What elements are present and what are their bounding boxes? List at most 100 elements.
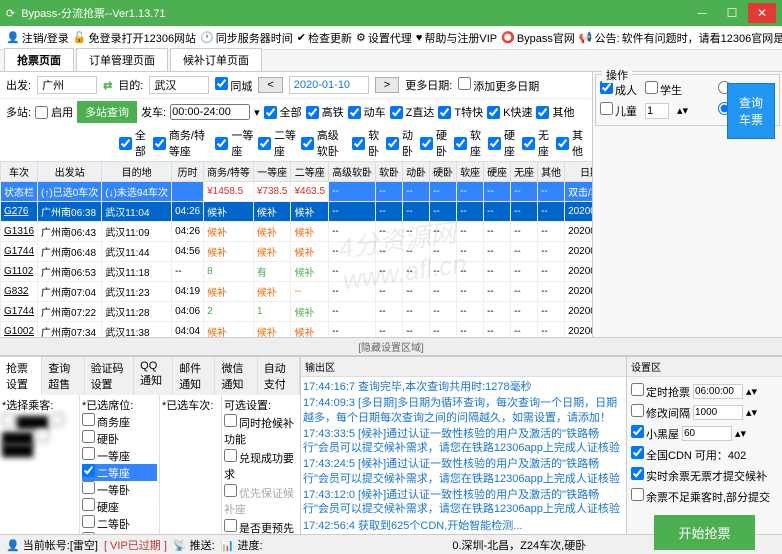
option-item[interactable]: 是否更预先选座 bbox=[224, 518, 298, 534]
tab-waitlist[interactable]: 候补订单页面 bbox=[170, 48, 262, 71]
interval-input[interactable] bbox=[693, 405, 743, 420]
seat-rz[interactable]: 软座 bbox=[454, 127, 484, 159]
filter-t[interactable]: T特快 bbox=[438, 104, 483, 120]
filter-all[interactable]: 全部 bbox=[264, 104, 302, 120]
seat-rw[interactable]: 软卧 bbox=[352, 127, 382, 159]
date-prev[interactable]: < bbox=[258, 77, 282, 93]
filter-z[interactable]: Z直达 bbox=[390, 104, 435, 120]
enable-multi[interactable]: 启用 bbox=[35, 104, 73, 120]
partial-check[interactable]: 余票不足乘客时,部分提交 bbox=[631, 488, 770, 505]
bottom-tab[interactable]: 自动支付 bbox=[258, 357, 300, 395]
realtime-check[interactable]: 实时余票无票才提交候补 bbox=[631, 467, 767, 484]
bottom-tab[interactable]: 验证码设置 bbox=[85, 357, 135, 395]
col-header[interactable]: 硬座 bbox=[484, 162, 511, 182]
filter-k[interactable]: K快速 bbox=[487, 104, 532, 120]
seat-option[interactable]: 硬卧 bbox=[82, 430, 157, 447]
child-count[interactable] bbox=[645, 103, 669, 119]
cdn-check[interactable]: 全国CDN bbox=[631, 446, 692, 463]
menu-open12306[interactable]: 🔓 免登录打开12306网站 bbox=[73, 30, 196, 46]
col-header[interactable]: 软卧 bbox=[376, 162, 403, 182]
stepper-icon[interactable]: ▴▾ bbox=[735, 427, 746, 440]
to-input[interactable] bbox=[149, 76, 209, 94]
close-button[interactable]: ✕ bbox=[748, 3, 776, 23]
col-header[interactable]: 高级软卧 bbox=[329, 162, 376, 182]
seat-2[interactable]: 二等座 bbox=[258, 127, 297, 159]
option-item[interactable]: 同时抢候补功能 bbox=[224, 413, 298, 448]
depart-down-icon[interactable]: ▾ bbox=[254, 106, 260, 119]
seat-sw[interactable]: 商务/特等座 bbox=[153, 127, 211, 159]
student-check[interactable]: 学生 bbox=[645, 81, 682, 98]
adult-check[interactable]: 成人 bbox=[600, 81, 637, 98]
timed-check[interactable]: 定时抢票 bbox=[631, 383, 690, 400]
menu-synctime[interactable]: 🕐 同步服务器时间 bbox=[200, 30, 293, 46]
train-row[interactable]: G1002广州南07:34武汉11:3804:04候补候补候补---------… bbox=[1, 322, 593, 338]
col-header[interactable]: 其他 bbox=[538, 162, 565, 182]
maximize-button[interactable]: ☐ bbox=[718, 3, 746, 23]
seat-all[interactable]: 全部 bbox=[119, 127, 149, 159]
seat-option[interactable]: 二等座 bbox=[82, 464, 157, 481]
seat-qt[interactable]: 其他 bbox=[556, 127, 586, 159]
bottom-tab[interactable]: QQ通知 bbox=[134, 357, 173, 395]
col-header[interactable]: 动卧 bbox=[403, 162, 430, 182]
col-header[interactable]: 硬卧 bbox=[430, 162, 457, 182]
seat-option[interactable]: 一等卧 bbox=[82, 481, 157, 498]
child-check[interactable]: 儿童 bbox=[600, 102, 637, 119]
stepper-icon[interactable]: ▴▾ bbox=[746, 406, 757, 419]
menu-official[interactable]: ⭕ Bypass官网 bbox=[501, 30, 575, 46]
date-next[interactable]: > bbox=[375, 77, 399, 93]
train-row[interactable]: G1102广州南06:53武汉11:18--8有候补--------------… bbox=[1, 262, 593, 282]
passenger-item[interactable]: ████ bbox=[2, 417, 48, 429]
timed-input[interactable] bbox=[693, 384, 743, 399]
train-row[interactable]: G276广州南06:38武汉11:0404:26候补候补候补----------… bbox=[1, 202, 593, 222]
col-header[interactable]: 一等座 bbox=[253, 162, 291, 182]
train-row[interactable]: G1744广州南07:22武汉11:2804:0621候补-----------… bbox=[1, 302, 593, 322]
bottom-tab[interactable]: 抢票设置 bbox=[0, 357, 42, 395]
start-button[interactable]: 开始抢票 bbox=[654, 515, 754, 550]
col-header[interactable]: 无座 bbox=[511, 162, 538, 182]
filter-g[interactable]: 高铁 bbox=[306, 104, 344, 120]
tab-orders[interactable]: 订单管理页面 bbox=[76, 48, 168, 71]
bottom-tab[interactable]: 邮件通知 bbox=[173, 357, 215, 395]
multi-query-btn[interactable]: 多站查询 bbox=[77, 101, 137, 123]
same-city-check[interactable]: 同城 bbox=[215, 77, 252, 94]
config-toggle[interactable]: [隐藏设置区域] bbox=[0, 337, 782, 356]
col-header[interactable]: 历时 bbox=[172, 162, 204, 182]
seat-dw[interactable]: 动卧 bbox=[386, 127, 416, 159]
stepper-icon[interactable]: ▴▾ bbox=[746, 385, 757, 398]
from-input[interactable] bbox=[37, 76, 97, 94]
col-header[interactable]: 软座 bbox=[457, 162, 484, 182]
col-header[interactable]: 商务/特等 bbox=[204, 162, 254, 182]
train-row[interactable]: G1316广州南06:43武汉11:0904:26候补候补候补---------… bbox=[1, 222, 593, 242]
filter-other[interactable]: 其他 bbox=[536, 104, 574, 120]
col-header[interactable]: 日期 bbox=[565, 162, 592, 182]
interval-check[interactable]: 修改间隔 bbox=[631, 404, 690, 421]
add-more-dates[interactable]: 添加更多日期 bbox=[458, 77, 539, 94]
minimize-button[interactable]: ─ bbox=[688, 3, 716, 23]
option-item[interactable]: 兑现成功要求 bbox=[224, 448, 298, 483]
seat-wz[interactable]: 无座 bbox=[522, 127, 552, 159]
seat-option[interactable]: 商务座 bbox=[82, 413, 157, 430]
menu-checkupdate[interactable]: ✔ 检查更新 bbox=[297, 30, 352, 46]
tab-grab[interactable]: 抢票页面 bbox=[4, 48, 74, 71]
blackroom-check[interactable]: 小黑屋 bbox=[631, 425, 679, 442]
seat-yz[interactable]: 硬座 bbox=[488, 127, 518, 159]
train-row[interactable]: G832广州南07:04武汉11:2304:19候补候补------------… bbox=[1, 282, 593, 302]
menu-help[interactable]: ♥ 帮助与注册VIP bbox=[416, 30, 497, 46]
blackroom-input[interactable] bbox=[682, 426, 732, 441]
bottom-tab[interactable]: 微信通知 bbox=[215, 357, 257, 395]
train-row[interactable]: G1744广州南06:48武汉11:4404:56候补候补候补---------… bbox=[1, 242, 593, 262]
col-header[interactable]: 二等座 bbox=[291, 162, 329, 182]
swap-button[interactable]: ⇄ bbox=[103, 79, 112, 92]
col-header[interactable]: 车次 bbox=[1, 162, 38, 182]
filter-d[interactable]: 动车 bbox=[348, 104, 386, 120]
seat-option[interactable]: 一等座 bbox=[82, 447, 157, 464]
date-input[interactable] bbox=[289, 76, 369, 94]
menu-setproxy[interactable]: ⚙ 设置代理 bbox=[356, 30, 412, 46]
query-button[interactable]: 查询 车票 bbox=[727, 83, 775, 139]
seat-yw[interactable]: 硬卧 bbox=[420, 127, 450, 159]
col-header[interactable]: 目的地 bbox=[102, 162, 172, 182]
child-stepper-icon[interactable]: ▴▾ bbox=[677, 104, 688, 117]
bottom-tab[interactable]: 查询超售 bbox=[42, 357, 84, 395]
depart-time[interactable] bbox=[170, 104, 250, 120]
seat-option[interactable]: 硬座 bbox=[82, 498, 157, 515]
